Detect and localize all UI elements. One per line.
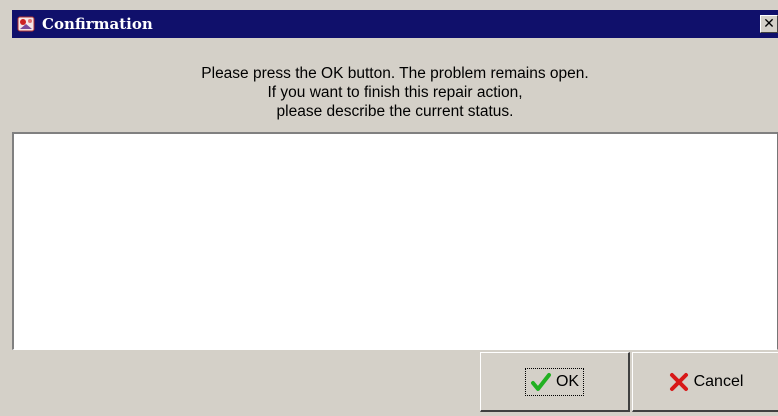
status-description-textarea[interactable] <box>12 132 778 350</box>
ok-button-label: OK <box>555 372 580 390</box>
message-line: If you want to finish this repair action… <box>267 84 523 101</box>
x-mark-icon <box>669 372 688 391</box>
close-icon: ✕ <box>763 16 775 32</box>
message-line: please describe the current status. <box>276 103 514 120</box>
app-icon <box>17 16 35 32</box>
ok-button[interactable]: OK <box>480 352 630 412</box>
cancel-button-content: Cancel <box>664 369 748 395</box>
instruction-message: Please press the OK button. The problem … <box>12 64 778 121</box>
cancel-button-label: Cancel <box>693 372 744 390</box>
cancel-button[interactable]: Cancel <box>632 352 778 412</box>
confirmation-dialog: Confirmation ✕ Please press the OK butto… <box>0 0 778 416</box>
checkmark-icon <box>530 372 551 391</box>
window-title: Confirmation <box>42 15 153 33</box>
message-line: Please press the OK button. The problem … <box>201 65 589 82</box>
ok-button-content: OK <box>524 367 585 396</box>
title-bar[interactable]: Confirmation ✕ <box>12 10 778 38</box>
close-button[interactable]: ✕ <box>760 15 778 33</box>
